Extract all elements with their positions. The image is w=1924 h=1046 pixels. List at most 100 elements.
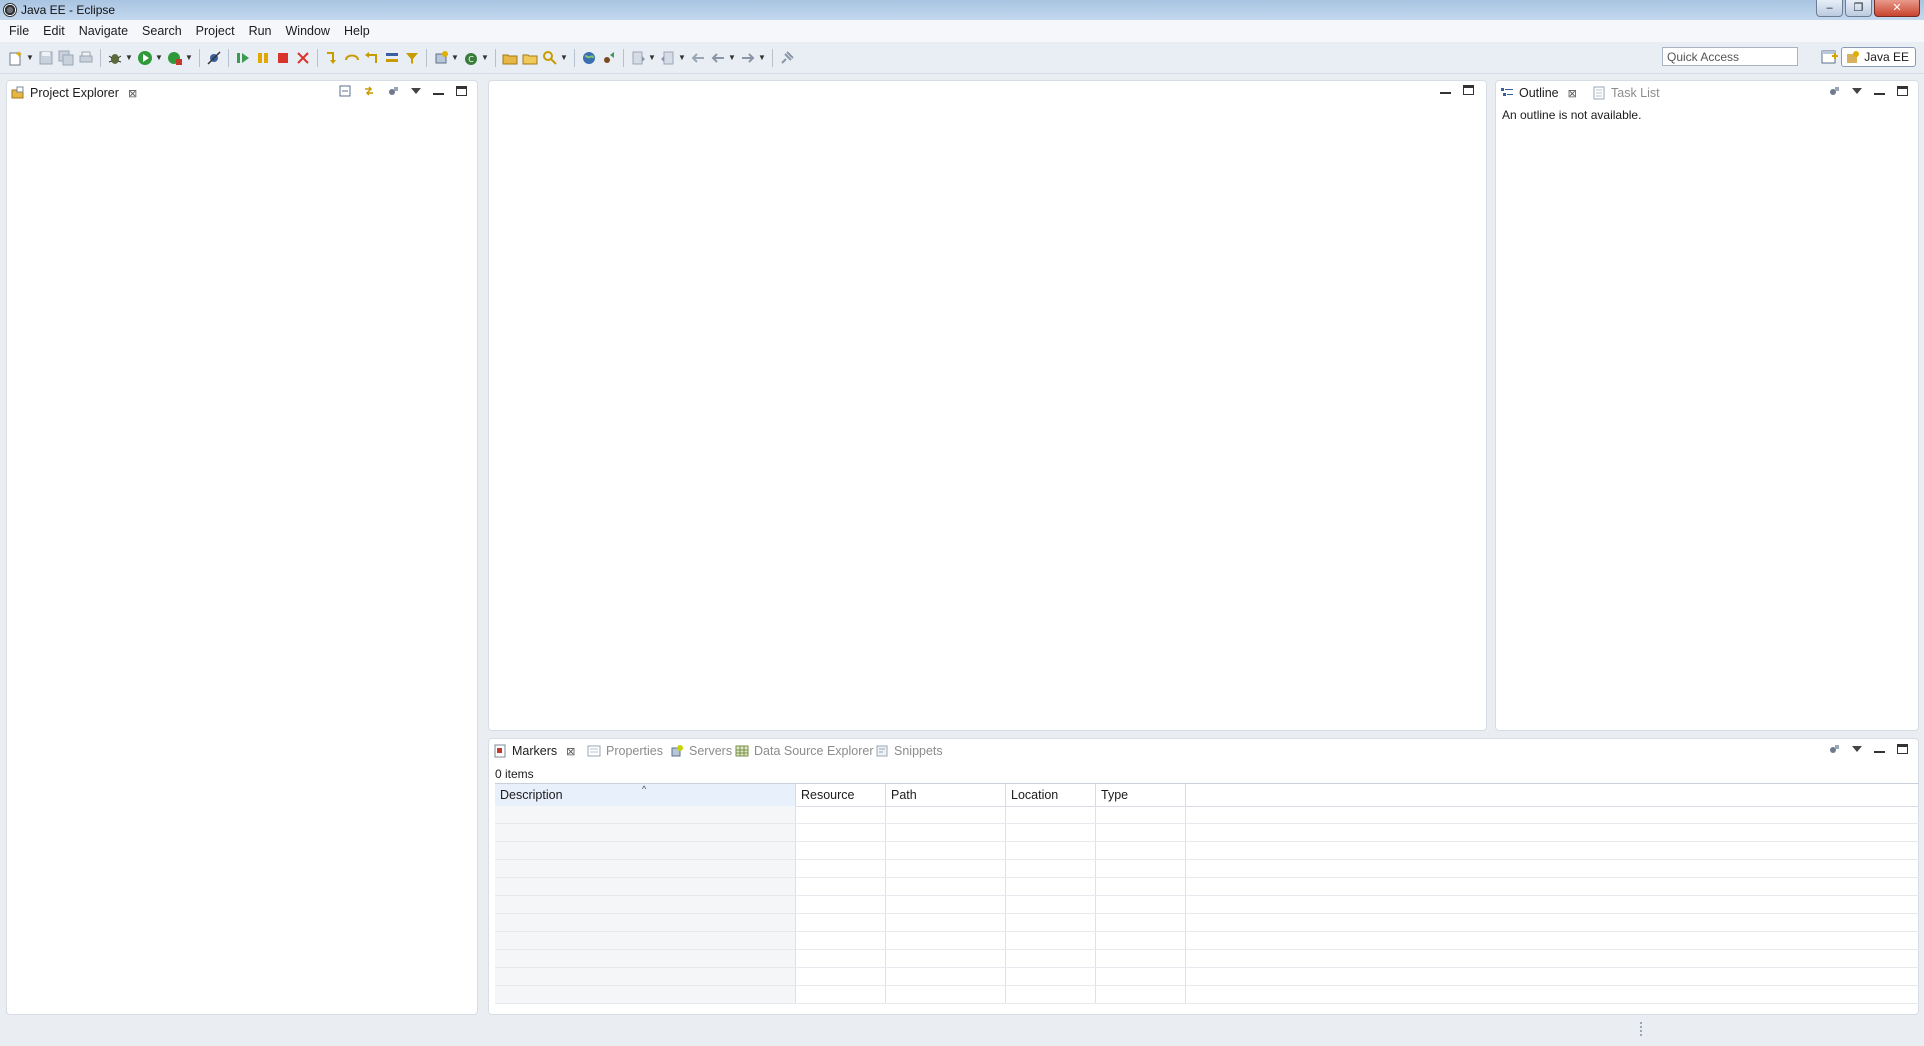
- menu-file[interactable]: File: [2, 20, 36, 42]
- tab-outline[interactable]: Outline ⊠: [1500, 83, 1577, 103]
- table-cell: [495, 968, 796, 985]
- view-menu-filter-icon[interactable]: [1828, 743, 1840, 755]
- menu-help[interactable]: Help: [337, 20, 377, 42]
- suspend-icon[interactable]: [255, 50, 271, 66]
- save-all-icon[interactable]: [58, 50, 74, 66]
- resume-icon[interactable]: [235, 50, 251, 66]
- minimize-button[interactable]: –: [1816, 0, 1843, 17]
- table-row: [495, 824, 1919, 842]
- open-perspective-icon[interactable]: [1820, 48, 1838, 66]
- new-class-dropdown-icon[interactable]: ▼: [481, 50, 489, 66]
- sort-ascending-icon: ^: [642, 784, 647, 794]
- step-into-icon[interactable]: [324, 50, 340, 66]
- close-tab-icon[interactable]: ⊠: [1568, 87, 1577, 100]
- minimize-view-icon[interactable]: [1874, 88, 1885, 95]
- close-tab-icon[interactable]: ⊠: [128, 87, 137, 100]
- view-menu-filter-icon[interactable]: [1828, 85, 1840, 97]
- new-dropdown-icon[interactable]: ▼: [26, 50, 34, 66]
- back-dropdown-icon[interactable]: ▼: [728, 50, 736, 66]
- markers-table: ^ Description Resource Path Location Typ…: [495, 783, 1919, 1046]
- tab-data-source-explorer[interactable]: Data Source Explorer: [735, 741, 874, 761]
- maximize-view-icon[interactable]: [1463, 85, 1474, 95]
- menu-navigate[interactable]: Navigate: [72, 20, 135, 42]
- search-dropdown-icon[interactable]: ▼: [560, 50, 568, 66]
- status-bar-grip[interactable]: [1640, 1022, 1642, 1036]
- pin-editor-icon[interactable]: [779, 50, 795, 66]
- minimize-view-icon[interactable]: [433, 88, 444, 95]
- outline-tabrow: Outline ⊠ Task List: [1496, 81, 1918, 103]
- menu-window[interactable]: Window: [279, 20, 337, 42]
- column-header-type[interactable]: Type: [1096, 784, 1186, 806]
- forward-icon[interactable]: [740, 50, 756, 66]
- maximize-view-icon[interactable]: [1897, 86, 1908, 96]
- debug-dropdown-icon[interactable]: ▼: [125, 50, 133, 66]
- last-edit-location-icon[interactable]: [690, 50, 706, 66]
- perspective-java-ee-button[interactable]: Java EE: [1841, 47, 1916, 67]
- open-type-icon[interactable]: [502, 50, 518, 66]
- close-tab-icon[interactable]: ⊠: [566, 745, 575, 758]
- run-dropdown-icon[interactable]: ▼: [155, 50, 163, 66]
- tab-markers[interactable]: Markers ⊠: [493, 741, 576, 761]
- view-menu-icon[interactable]: [1852, 746, 1862, 752]
- drop-to-frame-icon[interactable]: [384, 50, 400, 66]
- terminate-icon[interactable]: [275, 50, 291, 66]
- column-header-description[interactable]: ^ Description: [495, 784, 796, 806]
- table-row: [495, 986, 1919, 1004]
- menu-search[interactable]: Search: [135, 20, 189, 42]
- skip-breakpoints-icon[interactable]: [206, 50, 222, 66]
- data-source-explorer-icon: [735, 745, 749, 757]
- debug-icon[interactable]: [107, 50, 123, 66]
- menu-run[interactable]: Run: [242, 20, 279, 42]
- previous-annotation-icon[interactable]: [660, 50, 676, 66]
- column-header-location[interactable]: Location: [1006, 784, 1096, 806]
- run-icon[interactable]: [137, 50, 153, 66]
- ant-icon[interactable]: [601, 50, 617, 66]
- tab-project-explorer[interactable]: Project Explorer ⊠: [11, 83, 138, 103]
- step-return-icon[interactable]: [364, 50, 380, 66]
- open-task-icon[interactable]: [522, 50, 538, 66]
- maximize-view-icon[interactable]: [456, 86, 467, 96]
- maximize-view-icon[interactable]: [1897, 744, 1908, 754]
- tab-properties[interactable]: Properties: [587, 741, 663, 761]
- step-over-icon[interactable]: [344, 50, 360, 66]
- search-icon[interactable]: [542, 50, 558, 66]
- quick-access-input[interactable]: Quick Access: [1662, 47, 1798, 66]
- next-annotation-icon[interactable]: [630, 50, 646, 66]
- table-cell: [796, 824, 886, 841]
- minimize-view-icon[interactable]: [1874, 746, 1885, 753]
- table-cell: [495, 806, 796, 823]
- restore-button[interactable]: ❐: [1845, 0, 1872, 17]
- tab-snippets[interactable]: Snippets: [875, 741, 943, 761]
- next-annotation-dropdown-icon[interactable]: ▼: [648, 50, 656, 66]
- tab-task-list[interactable]: Task List: [1592, 83, 1660, 103]
- disconnect-icon[interactable]: [295, 50, 311, 66]
- view-menu-icon[interactable]: [1852, 88, 1862, 94]
- column-header-resource[interactable]: Resource: [796, 784, 886, 806]
- external-tools-dropdown-icon[interactable]: ▼: [185, 50, 193, 66]
- table-cell: [886, 806, 1006, 823]
- use-step-filters-icon[interactable]: [404, 50, 420, 66]
- view-menu-filter-icon[interactable]: [387, 85, 399, 97]
- minimize-view-icon[interactable]: [1440, 87, 1451, 94]
- link-with-editor-icon[interactable]: [363, 85, 375, 97]
- open-web-browser-icon[interactable]: [581, 50, 597, 66]
- new-server-icon[interactable]: [433, 50, 449, 66]
- back-icon[interactable]: [710, 50, 726, 66]
- collapse-all-icon[interactable]: [339, 85, 351, 97]
- external-tools-icon[interactable]: [167, 50, 183, 66]
- new-java-class-icon[interactable]: C: [463, 50, 479, 66]
- save-icon[interactable]: [38, 50, 54, 66]
- new-server-dropdown-icon[interactable]: ▼: [451, 50, 459, 66]
- column-header-path[interactable]: Path: [886, 784, 1006, 806]
- table-cell: [1006, 806, 1096, 823]
- menu-project[interactable]: Project: [189, 20, 242, 42]
- close-button[interactable]: ✕: [1874, 0, 1920, 17]
- forward-dropdown-icon[interactable]: ▼: [758, 50, 766, 66]
- previous-annotation-dropdown-icon[interactable]: ▼: [678, 50, 686, 66]
- tab-servers[interactable]: Servers: [670, 741, 732, 761]
- view-menu-icon[interactable]: [411, 88, 421, 94]
- print-icon[interactable]: [78, 50, 94, 66]
- new-icon[interactable]: [8, 50, 24, 66]
- menu-edit[interactable]: Edit: [36, 20, 72, 42]
- table-cell: [796, 914, 886, 931]
